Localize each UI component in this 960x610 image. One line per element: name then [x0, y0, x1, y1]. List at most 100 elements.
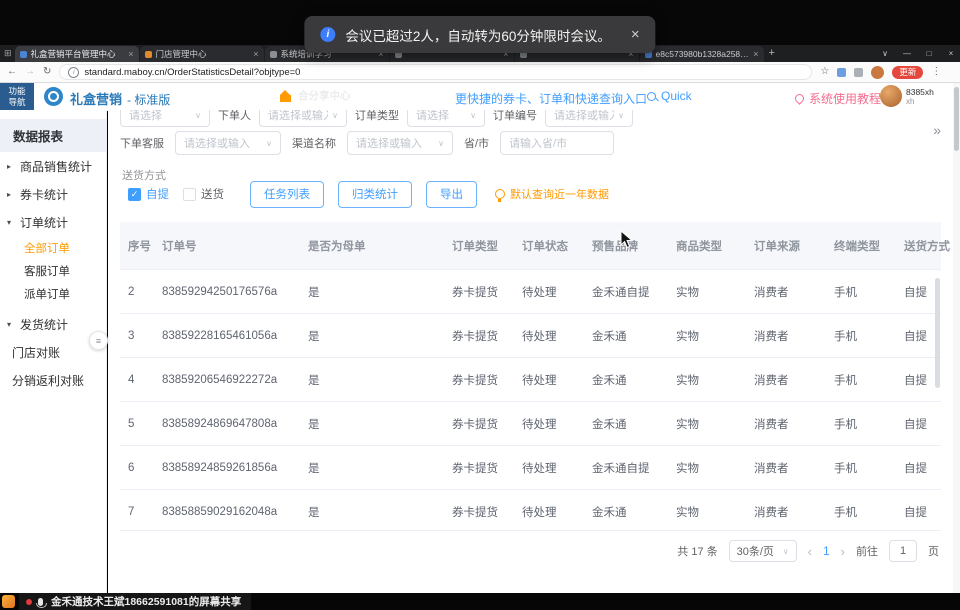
orderer-filter[interactable]: 请选择或输入 ∨ [259, 110, 347, 127]
extension-icon[interactable] [854, 68, 863, 77]
browser-menu-icon[interactable]: ⋮ [931, 67, 941, 77]
filter-collapse-icon[interactable]: » [933, 122, 941, 138]
cell-delivery: 自提 [896, 504, 941, 520]
browser-profile-avatar[interactable] [871, 66, 884, 79]
toast-close-icon[interactable]: × [631, 26, 640, 43]
cell-source: 消费者 [746, 416, 826, 432]
address-bar[interactable]: i standard.maboy.cn/OrderStatisticsDetai… [59, 64, 812, 80]
delivery-checkbox[interactable]: 送货 [183, 186, 224, 202]
cell-order-no: 83859228165461056a [154, 330, 300, 342]
bookmark-star-icon[interactable]: ☆ [820, 67, 829, 77]
tab-strip-apps-icon[interactable]: ⊞ [4, 48, 12, 59]
close-button[interactable]: × [940, 45, 960, 62]
cell-product-type-link[interactable]: 实物 [668, 284, 746, 300]
minimize-button[interactable]: — [896, 45, 918, 62]
app-logo [44, 87, 63, 106]
order-number-filter[interactable]: 请选择或输入 ∨ [545, 110, 633, 127]
export-button[interactable]: 导出 [426, 181, 477, 208]
function-nav-line1: 功能 [0, 86, 34, 97]
filter-label: 渠道名称 [292, 135, 336, 151]
extension-icon[interactable] [837, 68, 846, 77]
pickup-checkbox[interactable]: ✓ 自提 [128, 186, 169, 202]
forward-icon[interactable]: → [25, 67, 35, 77]
cell-order-type: 券卡提货 [444, 460, 514, 476]
function-nav-tab[interactable]: 功能 导航 [0, 83, 34, 110]
page-scrollbar[interactable] [953, 83, 960, 593]
user-avatar[interactable] [880, 85, 902, 107]
sidebar-item-distribution-rebate[interactable]: 分销返利对账 [0, 366, 106, 394]
chevron-down-icon: ∨ [470, 111, 476, 120]
sidebar-item-all-orders[interactable]: 全部订单 [0, 236, 106, 259]
update-button[interactable]: 更新 [892, 66, 923, 79]
pagination: 共 17 条 30条/页 ∨ ‹ 1 › 前往 页 [677, 540, 939, 562]
cell-source: 消费者 [746, 372, 826, 388]
taskbar-app-icon[interactable] [2, 595, 15, 608]
next-page-button[interactable]: › [841, 544, 845, 559]
tab-search-icon[interactable]: ∨ [874, 45, 896, 62]
tab-close-icon[interactable]: × [253, 49, 258, 59]
filter-label: 省/市 [464, 135, 489, 151]
sidebar-item-service-orders[interactable]: 客服订单 [0, 259, 106, 282]
site-info-icon[interactable]: i [68, 67, 79, 78]
channel-name-filter[interactable]: 请选择或输入 ∨ [347, 131, 453, 155]
browser-toolbar: ← → ↻ i standard.maboy.cn/OrderStatistic… [0, 62, 960, 83]
tab-close-icon[interactable]: × [753, 49, 758, 59]
new-tab-button[interactable]: + [769, 47, 775, 59]
cell-product-type-link[interactable]: 实物 [668, 328, 746, 344]
sidebar-item-card-stats[interactable]: ▸ 券卡统计 [0, 180, 106, 208]
chevron-right-icon: ▸ [7, 190, 15, 199]
checkbox-label: 自提 [146, 186, 169, 202]
maximize-button[interactable]: □ [918, 45, 940, 62]
tab-label: e8c573980b1328a258fd2e6 [656, 49, 750, 59]
ordering-agent-filter[interactable]: 请选择或输入 ∨ [175, 131, 281, 155]
task-list-button[interactable]: 任务列表 [250, 181, 324, 208]
cell-product-type-link[interactable]: 实物 [668, 372, 746, 388]
browser-tab[interactable]: 门店管理中心 × [140, 46, 264, 62]
page-size-select[interactable]: 30条/页 ∨ [729, 540, 797, 562]
orders-table: 序号 订单号 是否为母单 订单类型 订单状态 预售品牌 商品类型 订单来源 终端… [120, 222, 941, 531]
chevron-down-icon: ▾ [7, 320, 15, 329]
cell-product-type-link[interactable]: 实物 [668, 460, 746, 476]
column-header: 序号 [120, 238, 154, 254]
tab-close-icon[interactable]: × [128, 49, 133, 59]
page-scrollbar-thumb[interactable] [954, 87, 959, 151]
back-icon[interactable]: ← [7, 67, 17, 77]
cell-brand: 金禾通 [584, 328, 668, 344]
user-info: 8385xh xh [906, 87, 934, 107]
quick-search-link[interactable]: Quick [647, 89, 692, 103]
table-scrollbar-thumb[interactable] [935, 278, 940, 388]
placeholder-text: 请输入省/市 [509, 135, 567, 151]
prev-page-button[interactable]: ‹ [808, 544, 812, 559]
current-page[interactable]: 1 [823, 544, 830, 558]
reload-icon[interactable]: ↻ [43, 67, 51, 77]
sidebar-item-order-stats[interactable]: ▾ 订单统计 [0, 208, 106, 236]
sidebar-collapse-handle[interactable]: ≡ [89, 331, 108, 350]
cell-product-type-link[interactable]: 实物 [668, 416, 746, 432]
order-type-filter[interactable]: 请选择 ∨ [407, 110, 485, 127]
sidebar-item-dispatch-orders[interactable]: 派单订单 [0, 282, 106, 305]
cell-order-type: 券卡提货 [444, 328, 514, 344]
category-stats-button[interactable]: 归类统计 [338, 181, 412, 208]
cell-order-type: 券卡提货 [444, 372, 514, 388]
cell-seq: 2 [120, 286, 154, 298]
chevron-down-icon: ∨ [438, 139, 444, 148]
goto-page-input[interactable] [889, 540, 917, 562]
share-center-link[interactable]: 合分享中心 [280, 88, 351, 103]
browser-tab-active[interactable]: 礼盒营销平台管理中心 × [15, 46, 139, 62]
total-count: 共 17 条 [677, 543, 717, 559]
filter-select-1[interactable]: 请选择 ∨ [120, 110, 210, 127]
screen-share-text: 金禾通技术王斌18662591081的屏幕共享 [51, 594, 241, 609]
tab-favicon [270, 51, 277, 58]
cell-seq: 4 [120, 374, 154, 386]
cell-delivery: 自提 [896, 460, 941, 476]
cell-product-type-link[interactable]: 实物 [668, 504, 746, 520]
browser-tab[interactable]: e8c573980b1328a258fd2e6 × [640, 46, 764, 62]
province-city-input[interactable]: 请输入省/市 [500, 131, 614, 155]
tutorial-link[interactable]: 系统使用教程 [795, 90, 881, 107]
table-row: 6 83858924859261856a 是 券卡提货 待处理 金禾通自提 实物… [120, 446, 941, 490]
sidebar-item-product-sales-stats[interactable]: ▸ 商品销售统计 [0, 152, 106, 180]
table-row: 5 83858924869647808a 是 券卡提货 待处理 金禾通 实物 消… [120, 402, 941, 446]
table-row: 3 83859228165461056a 是 券卡提货 待处理 金禾通 实物 消… [120, 314, 941, 358]
quick-entry-tip[interactable]: 更快捷的券卡、订单和快递查询入口 [455, 90, 647, 107]
column-header: 订单类型 [444, 238, 514, 254]
